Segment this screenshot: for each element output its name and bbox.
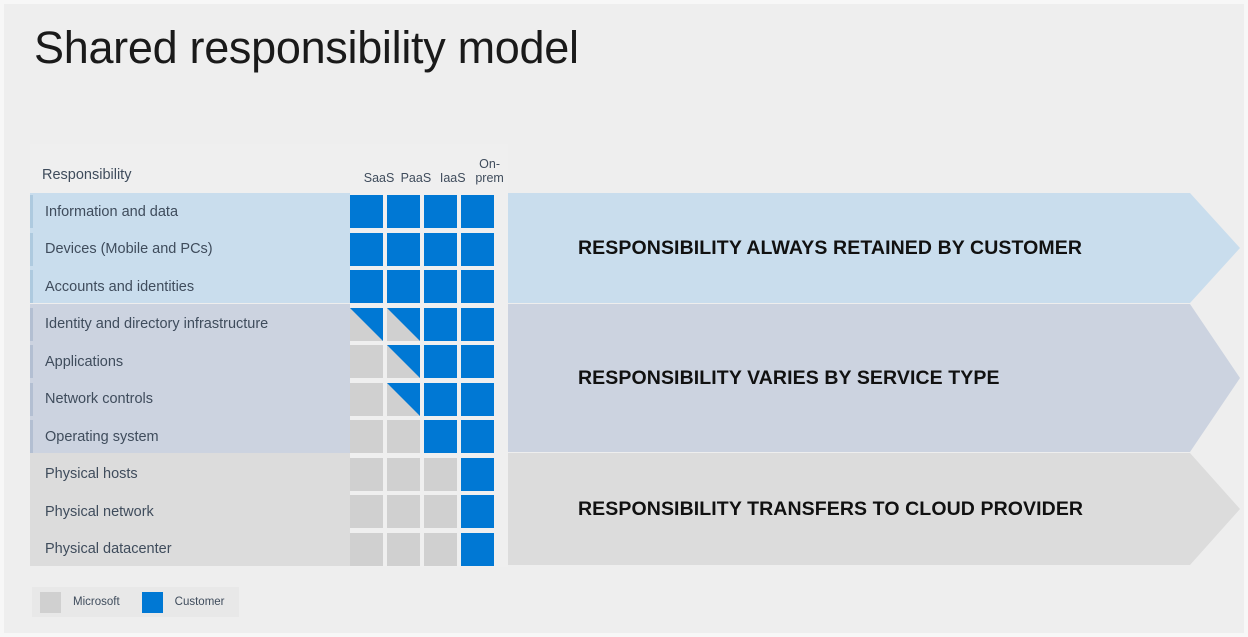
matrix-cell-saas-customer (350, 195, 383, 229)
matrix-cell-iaas-customer (424, 382, 457, 416)
matrix-cell-on-prem-customer (461, 307, 494, 341)
matrix-cell-saas-microsoft (350, 382, 383, 416)
row-label: Physical hosts (45, 466, 138, 483)
column-header-iaas-line1: IaaS (439, 171, 466, 185)
matrix-cell-on-prem-customer (461, 382, 494, 416)
table-row: Physical network (30, 493, 508, 531)
row-cells (350, 345, 498, 379)
matrix-cell-saas-microsoft (350, 495, 383, 529)
legend-item-microsoft: Microsoft (40, 591, 120, 613)
row-cells (350, 382, 498, 416)
matrix-cell-iaas-microsoft (424, 495, 457, 529)
column-header-saas-line1: SaaS (363, 171, 395, 185)
matrix-cell-paas-split (387, 307, 420, 341)
matrix-cell-saas-microsoft (350, 345, 383, 379)
matrix-cell-paas-microsoft (387, 495, 420, 529)
table-row: Accounts and identities (30, 268, 508, 306)
matrix-cell-on-prem-customer (461, 232, 494, 266)
matrix-cell-on-prem-customer (461, 345, 494, 379)
row-cells (350, 420, 498, 454)
matrix-cell-saas-split (350, 307, 383, 341)
matrix-cell-saas-microsoft (350, 532, 383, 566)
matrix-cell-iaas-customer (424, 270, 457, 304)
table-row: Applications (30, 343, 508, 381)
responsibility-table: Responsibility SaaS PaaS IaaS On- prem I… (30, 144, 508, 568)
column-header-onprem-line1: On- (479, 157, 500, 171)
matrix-cell-paas-customer (387, 270, 420, 304)
matrix-cell-paas-customer (387, 195, 420, 229)
matrix-cell-paas-split (387, 382, 420, 416)
table-row: Identity and directory infrastructure (30, 306, 508, 344)
matrix-cell-paas-split (387, 345, 420, 379)
row-cells (350, 495, 498, 529)
row-cells (350, 232, 498, 266)
column-header-onprem-line2: prem (475, 171, 504, 185)
matrix-cell-saas-microsoft (350, 457, 383, 491)
column-header-iaas: IaaS (434, 171, 471, 193)
row-label: Information and data (45, 203, 179, 220)
matrix-cell-on-prem-customer (461, 457, 494, 491)
column-header-paas-line1: PaaS (400, 171, 432, 185)
matrix-cell-iaas-customer (424, 232, 457, 266)
matrix-cell-saas-customer (350, 232, 383, 266)
column-header-responsibility: Responsibility (42, 167, 132, 183)
table-row: Operating system (30, 418, 508, 456)
banner-label: RESPONSIBILITY VARIES BY SERVICE TYPE (578, 366, 1000, 389)
legend-label-microsoft: Microsoft (73, 596, 120, 608)
column-header-saas: SaaS (361, 171, 398, 193)
legend: Microsoft Customer (32, 587, 239, 617)
matrix-cell-iaas-customer (424, 307, 457, 341)
matrix-cell-saas-customer (350, 270, 383, 304)
matrix-cell-on-prem-customer (461, 420, 494, 454)
page-title: Shared responsibility model (34, 22, 579, 73)
matrix-cell-saas-microsoft (350, 420, 383, 454)
matrix-cell-on-prem-customer (461, 195, 494, 229)
matrix-cell-paas-microsoft (387, 457, 420, 491)
legend-label-customer: Customer (174, 596, 225, 608)
matrix-cell-iaas-microsoft (424, 457, 457, 491)
row-cells (350, 532, 498, 566)
table-row: Physical hosts (30, 456, 508, 494)
row-cells (350, 457, 498, 491)
row-label: Devices (Mobile and PCs) (45, 241, 213, 258)
matrix-cell-iaas-microsoft (424, 532, 457, 566)
matrix-cell-on-prem-customer (461, 495, 494, 529)
matrix-cell-on-prem-customer (461, 270, 494, 304)
row-label: Applications (45, 353, 124, 370)
slide-canvas: Shared responsibility model RESPONSIBILI… (0, 0, 1248, 637)
row-label: Physical network (45, 503, 154, 520)
matrix-cell-iaas-customer (424, 195, 457, 229)
legend-swatch-microsoft-icon (40, 591, 61, 613)
legend-item-customer: Customer (141, 591, 225, 613)
matrix-cell-iaas-customer (424, 420, 457, 454)
matrix-cell-paas-microsoft (387, 420, 420, 454)
table-row: Network controls (30, 381, 508, 419)
table-row: Information and data (30, 193, 508, 231)
row-label: Accounts and identities (45, 278, 195, 295)
matrix-cell-paas-customer (387, 232, 420, 266)
table-body: Information and data Devices (Mobile and … (30, 193, 508, 568)
row-cells (350, 195, 498, 229)
table-row: Physical datacenter (30, 531, 508, 569)
banner-label: RESPONSIBILITY ALWAYS RETAINED BY CUSTOM… (578, 236, 1083, 259)
row-label: Network controls (45, 391, 153, 408)
table-header-row: Responsibility SaaS PaaS IaaS On- prem (30, 144, 508, 193)
banner-label: RESPONSIBILITY TRANSFERS TO CLOUD PROVID… (578, 497, 1084, 520)
row-cells (350, 270, 498, 304)
row-label: Identity and directory infrastructure (45, 316, 269, 333)
row-label: Operating system (45, 428, 159, 445)
row-cells (350, 307, 498, 341)
matrix-cell-paas-microsoft (387, 532, 420, 566)
row-label: Physical datacenter (45, 541, 172, 558)
matrix-cell-iaas-customer (424, 345, 457, 379)
column-header-paas: PaaS (397, 171, 434, 193)
table-row: Devices (Mobile and PCs) (30, 231, 508, 269)
matrix-cell-on-prem-customer (461, 532, 494, 566)
legend-swatch-customer-icon (141, 591, 163, 613)
column-header-onprem: On- prem (471, 157, 508, 193)
